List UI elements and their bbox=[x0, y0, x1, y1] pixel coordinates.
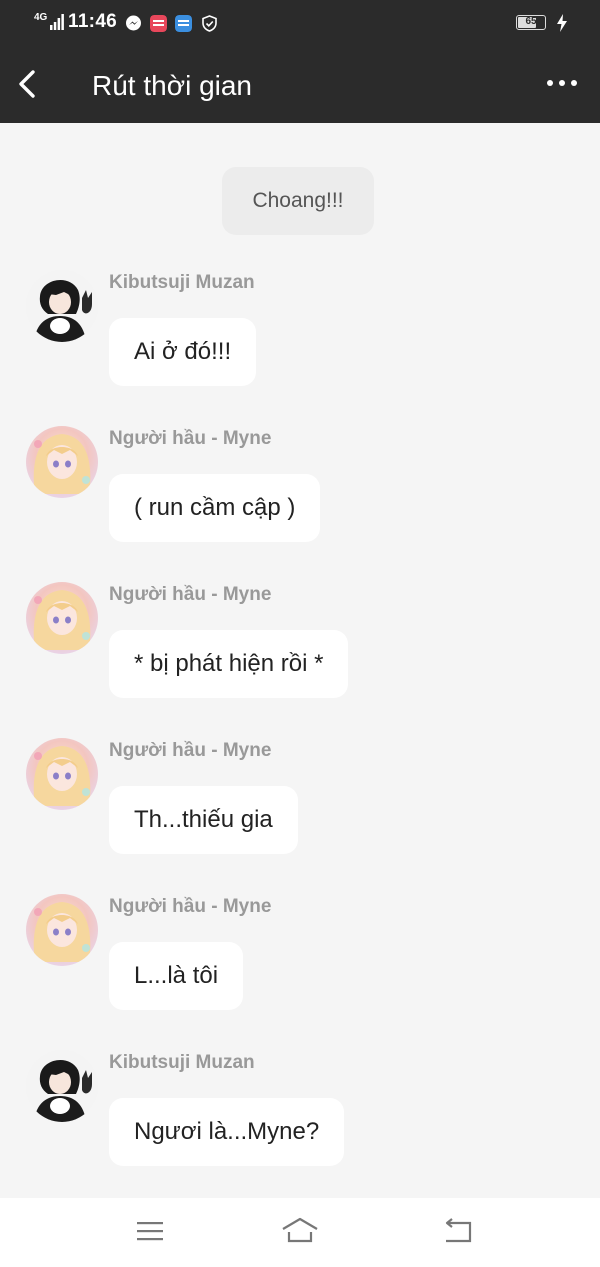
message: Người hầu - Myne ( run cầm cập ) bbox=[0, 426, 600, 556]
sender-name: Người hầu - Myne bbox=[109, 428, 272, 449]
messenger-icon bbox=[126, 15, 141, 31]
message-bubble[interactable]: Th...thiếu gia bbox=[109, 786, 298, 854]
message: Người hầu - Myne Th...thiếu gia bbox=[0, 738, 600, 868]
navigation-bar bbox=[0, 1198, 600, 1267]
home-icon[interactable] bbox=[280, 1214, 320, 1248]
app-bar: Rút thời gian bbox=[0, 46, 600, 123]
myne-avatar[interactable] bbox=[26, 738, 98, 810]
muzan-avatar[interactable] bbox=[26, 270, 98, 342]
chat-area[interactable]: Choang!!! Kibutsuji Muzan Ai ở đó!!! Ngư… bbox=[0, 123, 600, 1198]
system-message: Choang!!! bbox=[222, 167, 374, 235]
manga-toon-icon bbox=[150, 15, 167, 32]
clock: 11:46 bbox=[68, 11, 118, 32]
shield-icon bbox=[202, 15, 217, 32]
more-options-button[interactable] bbox=[540, 68, 584, 98]
message-bubble[interactable]: Ai ở đó!!! bbox=[109, 318, 257, 386]
back-nav-icon[interactable] bbox=[438, 1214, 478, 1248]
status-bar: 4G 11:46 65 bbox=[0, 0, 600, 46]
message: Kibutsuji Muzan Ngươi là...Myne? bbox=[0, 1050, 600, 1180]
message: Người hầu - Myne * bị phát hiện rồi * bbox=[0, 582, 600, 712]
message-bubble[interactable]: ( run cầm cập ) bbox=[109, 474, 321, 542]
page-title: Rút thời gian bbox=[92, 70, 253, 101]
sender-name: Người hầu - Myne bbox=[109, 584, 272, 605]
battery-level: 65 bbox=[525, 16, 537, 27]
battery-indicator: 65 bbox=[516, 15, 546, 30]
myne-avatar[interactable] bbox=[26, 582, 98, 654]
myne-avatar[interactable] bbox=[26, 894, 98, 966]
sender-name: Người hầu - Myne bbox=[109, 896, 272, 917]
myne-avatar[interactable] bbox=[26, 426, 98, 498]
novel-toon-icon bbox=[175, 15, 192, 32]
message-bubble[interactable]: Ngươi là...Myne? bbox=[109, 1098, 345, 1166]
menu-icon[interactable] bbox=[130, 1214, 170, 1248]
network-type: 4G bbox=[34, 12, 48, 23]
message-bubble[interactable]: * bị phát hiện rồi * bbox=[109, 630, 349, 698]
charging-icon bbox=[557, 14, 567, 32]
message: Người hầu - Myne L...là tôi bbox=[0, 894, 600, 1024]
sender-name: Người hầu - Myne bbox=[109, 740, 272, 761]
message: Kibutsuji Muzan Ai ở đó!!! bbox=[0, 270, 600, 400]
message-bubble[interactable]: L...là tôi bbox=[109, 942, 244, 1010]
sender-name: Kibutsuji Muzan bbox=[109, 272, 255, 293]
signal-icon bbox=[50, 14, 64, 30]
muzan-avatar[interactable] bbox=[26, 1050, 98, 1122]
sender-name: Kibutsuji Muzan bbox=[109, 1052, 255, 1073]
back-button[interactable] bbox=[10, 66, 46, 102]
